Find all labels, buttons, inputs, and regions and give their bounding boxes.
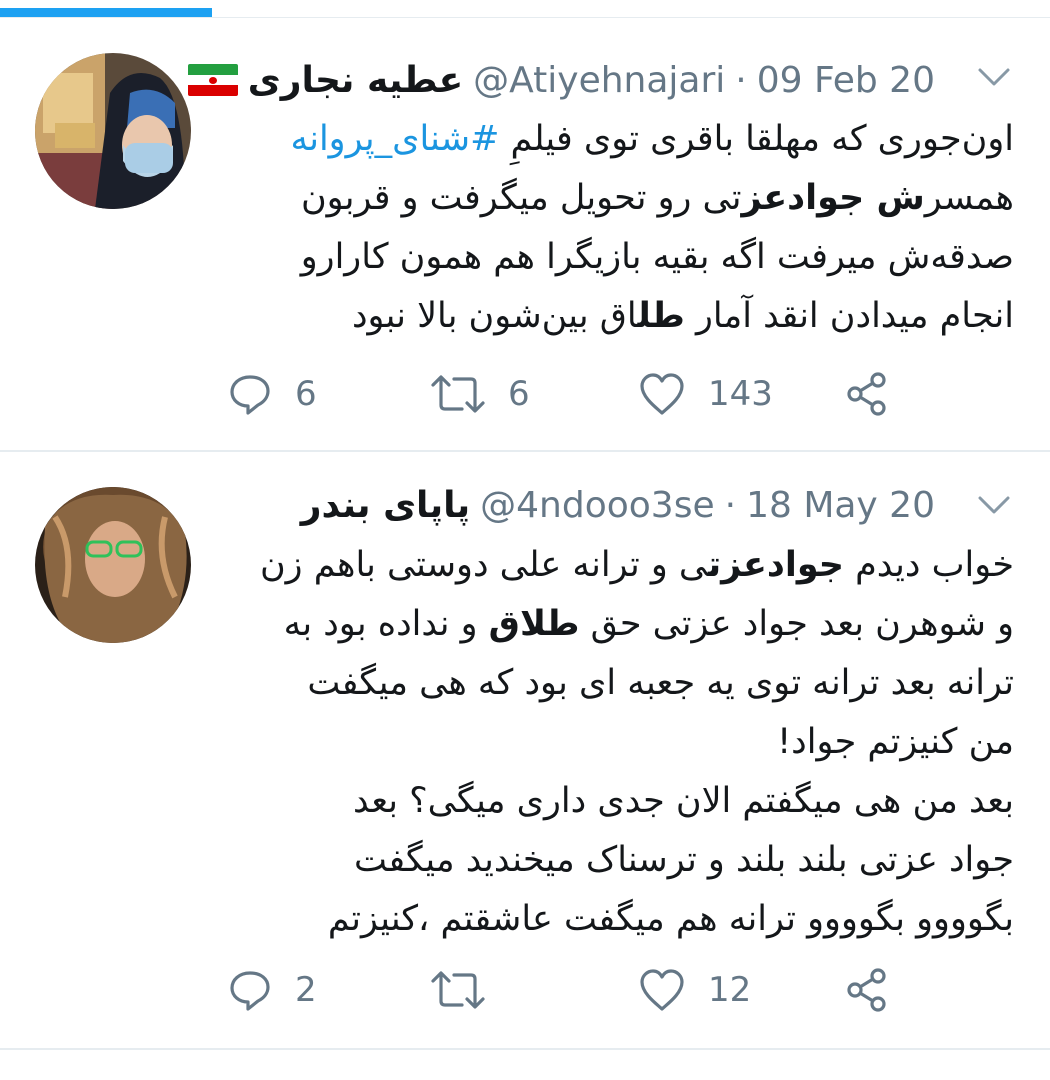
like-icon bbox=[640, 969, 684, 1011]
like-icon bbox=[640, 373, 684, 415]
separator: · bbox=[724, 484, 737, 526]
share-button[interactable] bbox=[845, 960, 891, 1020]
text-segment: و شوهرن بعد جواد عزتی حق bbox=[579, 604, 1014, 644]
date[interactable]: 09 Feb 20 bbox=[757, 60, 935, 101]
like-count: 143 bbox=[708, 374, 773, 414]
text-segment: تی رو تحویل میگرفت و قربون bbox=[300, 178, 742, 218]
tweet-text-line: بعد من هی میگفتم الان جدی داری میگی؟ بعد bbox=[215, 772, 1014, 831]
tweet-text-line: خواب دیدم جوادعزتی و ترانه علی دوستی باه… bbox=[215, 536, 1014, 595]
highlighted-text: جوادعزت bbox=[708, 545, 844, 585]
retweet-count: 6 bbox=[508, 374, 530, 414]
display-name[interactable]: عطیه نجاری bbox=[248, 60, 463, 101]
reply-count: 6 bbox=[295, 374, 317, 414]
tweet-actions: 6 6 143 bbox=[0, 364, 1050, 424]
tweet-header: 09 Feb 20 · @Atiyehnajari عطیه نجاری bbox=[176, 52, 935, 108]
avatar[interactable] bbox=[35, 487, 191, 643]
tweet-actions: 2 12 bbox=[0, 960, 1050, 1020]
share-icon bbox=[847, 372, 886, 416]
tweet-text-line: همسرش جوادعزتی رو تحویل میگرفت و قربون bbox=[215, 169, 1014, 228]
display-name[interactable]: پاپای بندر bbox=[301, 485, 470, 526]
text-segment: من کنیزتم جواد! bbox=[777, 722, 1014, 762]
retweet-icon bbox=[431, 971, 485, 1009]
text-segment: ترانه بعد ترانه توی یه جعبه ای بود که هی… bbox=[307, 663, 1014, 703]
chevron-down-icon[interactable] bbox=[976, 64, 1012, 92]
text-segment: ی و ترانه علی دوستی باهم زن bbox=[259, 545, 709, 585]
text-segment: اق بین‌شون بالا نبود bbox=[351, 296, 638, 336]
iran-flag-icon bbox=[187, 64, 238, 96]
tweet-text-line: و شوهرن بعد جواد عزتی حق طلاق و نداده بو… bbox=[215, 595, 1014, 654]
share-button[interactable] bbox=[845, 364, 891, 424]
tweet-text-line: اون‌جوری که مهلقا باقری توی فیلمِ #شنای_… bbox=[215, 110, 1014, 169]
highlighted-text: ش جوادعز bbox=[741, 178, 925, 218]
tweet[interactable]: 09 Feb 20 · @Atiyehnajari عطیه نجاری اون… bbox=[0, 0, 1050, 452]
retweet-button[interactable] bbox=[430, 960, 508, 1020]
tweet-text-line: جواد عزتی بلند بلند و ترسناک میخندید میگ… bbox=[215, 831, 1014, 890]
tweet-text-line: ترانه بعد ترانه توی یه جعبه ای بود که هی… bbox=[215, 654, 1014, 713]
tweet-text-line: صدقه‌ش میرفت اگه بقیه بازیگرا هم همون کا… bbox=[215, 228, 1014, 287]
chevron-down-icon[interactable] bbox=[976, 492, 1012, 520]
text-segment: بعد من هی میگفتم الان جدی داری میگی؟ بعد bbox=[352, 781, 1014, 821]
tweet-text-line: من کنیزتم جواد! bbox=[215, 713, 1014, 772]
tweet-text-line: بگوووو بگوووو ترانه هم میگفت عاشقتم ،کنی… bbox=[215, 890, 1014, 949]
tweet[interactable]: 18 May 20 · @4ndooo3se پاپای بندر خواب د… bbox=[0, 452, 1050, 1048]
tweet-text-line: انجام میدادن انقد آمار طلاق بین‌شون بالا… bbox=[215, 287, 1014, 346]
reply-button[interactable]: 6 bbox=[227, 364, 317, 424]
separator: · bbox=[735, 59, 747, 101]
avatar[interactable] bbox=[35, 53, 191, 209]
handle[interactable]: @Atiyehnajari bbox=[473, 60, 725, 101]
reply-icon bbox=[230, 375, 270, 415]
retweet-icon bbox=[431, 375, 485, 413]
hashtag-link[interactable]: #شنای_پروانه bbox=[290, 119, 499, 159]
like-button[interactable]: 143 bbox=[638, 364, 773, 424]
reply-icon bbox=[230, 971, 270, 1011]
reply-button[interactable]: 2 bbox=[227, 960, 317, 1020]
text-segment: بگوووو بگوووو ترانه هم میگفت عاشقتم ،کنی… bbox=[327, 899, 1014, 939]
tweet-text: خواب دیدم جوادعزتی و ترانه علی دوستی باه… bbox=[215, 536, 1014, 949]
text-segment: اون‌جوری که مهلقا باقری توی فیلمِ bbox=[499, 119, 1014, 159]
text-segment: همسر bbox=[924, 178, 1014, 218]
date[interactable]: 18 May 20 bbox=[746, 485, 935, 526]
text-segment: و نداده بود به bbox=[283, 604, 489, 644]
divider bbox=[0, 1048, 1050, 1050]
highlighted-text: طل bbox=[637, 296, 685, 336]
like-button[interactable]: 12 bbox=[638, 960, 751, 1020]
text-segment: صدقه‌ش میرفت اگه بقیه بازیگرا هم همون کا… bbox=[300, 237, 1014, 277]
highlighted-text: طلاق bbox=[488, 604, 580, 644]
text-segment: جواد عزتی بلند بلند و ترسناک میخندید میگ… bbox=[353, 840, 1014, 880]
tweet-text: اون‌جوری که مهلقا باقری توی فیلمِ #شنای_… bbox=[215, 110, 1014, 346]
tweet-header: 18 May 20 · @4ndooo3se پاپای بندر bbox=[291, 477, 935, 533]
like-count: 12 bbox=[708, 970, 752, 1010]
text-segment: انجام میدادن انقد آمار bbox=[684, 296, 1014, 336]
reply-count: 2 bbox=[295, 970, 317, 1010]
text-segment: خواب دیدم bbox=[843, 545, 1014, 585]
share-icon bbox=[847, 968, 886, 1012]
handle[interactable]: @4ndooo3se bbox=[480, 485, 714, 526]
retweet-button[interactable]: 6 bbox=[430, 364, 530, 424]
